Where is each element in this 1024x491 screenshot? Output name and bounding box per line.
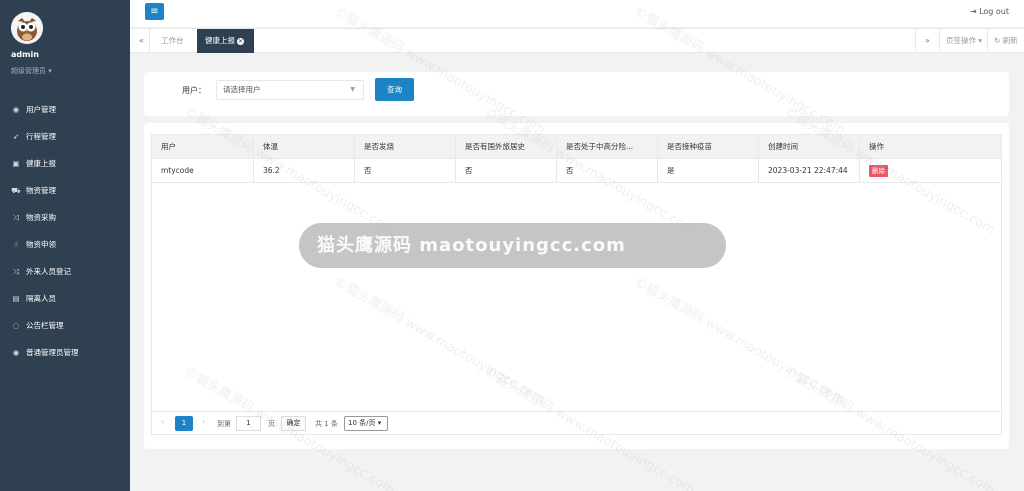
column-header[interactable]: 操作 bbox=[860, 135, 1001, 159]
column-header[interactable]: 是否有国外旅居史 bbox=[456, 135, 557, 159]
cell-created-time: 2023-03-21 22:47:44 bbox=[759, 159, 860, 183]
truck-icon: ⛟ bbox=[11, 185, 21, 195]
user-filter-label: 用户： bbox=[182, 86, 206, 95]
caret-down-icon: ▼ bbox=[350, 86, 355, 93]
location-arrow-icon: ➶ bbox=[12, 132, 20, 141]
chat-icon: ◌ bbox=[12, 321, 20, 330]
refresh-label: 刷新 bbox=[1002, 36, 1018, 45]
page-size-select[interactable]: 10 条/页 ▾ bbox=[344, 416, 388, 431]
top-header: ≡ ⇥ Log out bbox=[130, 0, 1024, 27]
sidebar-item-trip-management[interactable]: ➶ 行程管理 bbox=[0, 123, 130, 150]
tab-label: 健康上报 bbox=[205, 36, 235, 45]
tab-label: 工作台 bbox=[161, 36, 184, 45]
sidebar-item-label: 物资采购 bbox=[26, 213, 56, 222]
sidebar: admin 超级管理员 ▾ ◉ 用户管理 ➶ 行程管理 ▣ 健康上报 ⛟ 物资管… bbox=[0, 0, 130, 491]
double-chevron-right-icon: » bbox=[925, 36, 930, 45]
column-header[interactable]: 是否发烧 bbox=[355, 135, 456, 159]
goto-label: 到第 bbox=[217, 420, 231, 428]
hand-icon: ☝ bbox=[13, 240, 19, 249]
cell-fever: 否 bbox=[355, 159, 456, 183]
logout-label: Log out bbox=[979, 7, 1009, 16]
user-select[interactable]: 请选择用户 ▼ bbox=[216, 80, 364, 100]
caret-down-icon: ▾ bbox=[978, 36, 983, 45]
tab-workbench[interactable]: 工作台 bbox=[151, 29, 194, 53]
sidebar-item-label: 行程管理 bbox=[26, 132, 56, 141]
chevron-right-icon[interactable]: › bbox=[202, 417, 205, 426]
sidebar-item-visitor-registration[interactable]: ⤨ 外来人员登记 bbox=[0, 258, 130, 285]
tab-scroll-left-button[interactable]: « bbox=[134, 29, 150, 53]
sidebar-item-label: 公告栏管理 bbox=[26, 321, 64, 330]
shuffle-icon: ⤨ bbox=[13, 212, 19, 222]
sign-out-icon: ⇥ bbox=[969, 7, 980, 16]
tab-ops-label: 页签操作 bbox=[946, 36, 976, 45]
page-size-value: 10 条/页 bbox=[348, 419, 376, 427]
table-panel: 用户 体温 是否发烧 是否有国外旅居史 是否处于中高分险... 是否接种疫苗 创… bbox=[144, 123, 1009, 449]
user-role-dropdown[interactable]: 超级管理员 ▾ bbox=[11, 66, 52, 76]
avatar[interactable] bbox=[11, 12, 43, 44]
refresh-icon: ↻ bbox=[994, 36, 1001, 45]
caret-down-icon: ▾ bbox=[48, 67, 52, 75]
sidebar-item-quarantine[interactable]: ▤ 隔离人员 bbox=[0, 285, 130, 312]
tab-health-report[interactable]: 健康上报 ✕ bbox=[197, 29, 254, 53]
delete-button[interactable]: 删除 bbox=[869, 165, 888, 177]
cell-temperature: 36.2 bbox=[254, 159, 355, 183]
tab-bar: « 工作台 健康上报 ✕ » 页签操作 ▾ ↻ 刷新 bbox=[130, 28, 1024, 53]
tab-operations-dropdown[interactable]: 页签操作 ▾ bbox=[939, 29, 988, 53]
user-role-label: 超级管理员 bbox=[11, 67, 46, 75]
table-header: 用户 体温 是否发烧 是否有国外旅居史 是否处于中高分险... 是否接种疫苗 创… bbox=[152, 135, 1001, 159]
close-icon[interactable]: ✕ bbox=[237, 37, 244, 45]
cell-actions: 删除 bbox=[860, 159, 1001, 183]
cell-abroad-history: 否 bbox=[456, 159, 557, 183]
search-panel: 用户： 请选择用户 ▼ 查询 bbox=[144, 72, 1009, 116]
query-button[interactable]: 查询 bbox=[375, 78, 414, 101]
refresh-button[interactable]: ↻ 刷新 bbox=[987, 29, 1024, 53]
page-number-current[interactable]: 1 bbox=[175, 416, 193, 431]
logout-link[interactable]: ⇥ Log out bbox=[970, 7, 1009, 16]
chevron-left-icon[interactable]: ‹ bbox=[161, 417, 164, 426]
id-card-icon: ▤ bbox=[12, 294, 20, 303]
user-circle-icon: ◉ bbox=[12, 348, 20, 357]
owl-avatar-icon bbox=[11, 12, 43, 44]
tab-scroll-right-button[interactable]: » bbox=[915, 29, 939, 53]
page-unit-label: 页 bbox=[268, 420, 275, 428]
column-header[interactable]: 用户 bbox=[152, 135, 254, 159]
sidebar-item-health-report[interactable]: ▣ 健康上报 bbox=[0, 150, 130, 177]
hamburger-icon: ≡ bbox=[150, 6, 159, 17]
shuffle-icon: ⤨ bbox=[13, 266, 19, 276]
goto-page-input[interactable]: 1 bbox=[236, 416, 261, 431]
sidebar-item-supplies-request[interactable]: ☝ 物资申领 bbox=[0, 231, 130, 258]
sidebar-item-admin-management[interactable]: ◉ 普通管理员管理 bbox=[0, 339, 130, 366]
sidebar-item-label: 普通管理员管理 bbox=[26, 348, 79, 357]
column-header[interactable]: 是否接种疫苗 bbox=[658, 135, 759, 159]
watermark-banner: 猫头鹰源码 maotouyingcc.com bbox=[299, 223, 726, 268]
sidebar-item-label: 隔离人员 bbox=[26, 294, 56, 303]
sidebar-item-supplies-purchase[interactable]: ⤨ 物资采购 bbox=[0, 204, 130, 231]
sidebar-item-label: 用户管理 bbox=[26, 105, 56, 114]
double-chevron-left-icon: « bbox=[139, 36, 144, 45]
sidebar-item-label: 外来人员登记 bbox=[26, 267, 71, 276]
cell-user: mtycode bbox=[152, 159, 254, 183]
column-header[interactable]: 体温 bbox=[254, 135, 355, 159]
user-circle-icon: ◉ bbox=[12, 105, 20, 114]
cell-vaccinated: 是 bbox=[658, 159, 759, 183]
sidebar-item-bulletin[interactable]: ◌ 公告栏管理 bbox=[0, 312, 130, 339]
column-header[interactable]: 是否处于中高分险... bbox=[557, 135, 658, 159]
column-header[interactable]: 创建时间 bbox=[759, 135, 860, 159]
user-name: admin bbox=[11, 50, 39, 59]
sidebar-item-label: 健康上报 bbox=[26, 159, 56, 168]
data-table: 用户 体温 是否发烧 是否有国外旅居史 是否处于中高分险... 是否接种疫苗 创… bbox=[151, 134, 1002, 435]
total-count: 共 1 条 bbox=[315, 420, 338, 428]
sidebar-item-supplies-management[interactable]: ⛟ 物资管理 bbox=[0, 177, 130, 204]
pagination: ‹ 1 › 到第 1 页 确定 共 1 条 10 条/页 ▾ bbox=[152, 411, 1001, 435]
sidebar-item-label: 物资申领 bbox=[26, 240, 56, 249]
sidebar-item-user-management[interactable]: ◉ 用户管理 bbox=[0, 96, 130, 123]
cell-risk-area: 否 bbox=[557, 159, 658, 183]
goto-confirm-button[interactable]: 确定 bbox=[281, 416, 306, 431]
menu-toggle-button[interactable]: ≡ bbox=[145, 3, 164, 20]
sidebar-item-label: 物资管理 bbox=[26, 186, 56, 195]
sidebar-nav: ◉ 用户管理 ➶ 行程管理 ▣ 健康上报 ⛟ 物资管理 ⤨ 物资采购 ☝ 物资申… bbox=[0, 96, 130, 366]
calendar-icon: ▣ bbox=[12, 159, 20, 168]
user-select-placeholder: 请选择用户 bbox=[223, 85, 261, 94]
table-row: mtycode 36.2 否 否 否 是 2023-03-21 22:47:44… bbox=[152, 159, 1001, 183]
